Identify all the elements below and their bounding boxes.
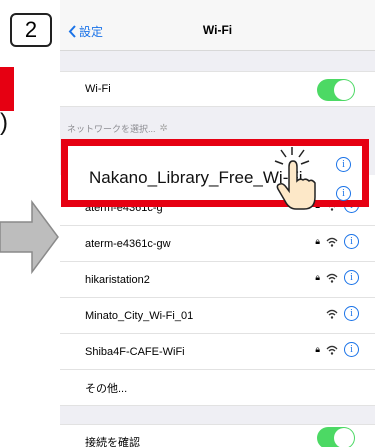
network-row[interactable]: Minato_City_Wi-Fi_01 i	[60, 298, 375, 334]
info-icon[interactable]: i	[344, 342, 359, 357]
lock-icon: 🔒︎	[315, 272, 320, 282]
other-label: その他...	[85, 382, 128, 395]
info-icon[interactable]: i	[336, 186, 351, 201]
nav-bar: 設定 Wi-Fi	[60, 0, 375, 51]
info-icon[interactable]: i	[344, 270, 359, 285]
phone-screen: 設定 Wi-Fi Wi-Fi ネットワークを選択... ✲ aterm-e436…	[60, 0, 375, 447]
info-icon[interactable]: i	[344, 234, 359, 249]
wifi-signal-icon	[326, 237, 338, 247]
step-number-badge: 2	[10, 13, 52, 47]
ask-join-toggle[interactable]	[317, 427, 355, 447]
network-row[interactable]: hikaristation2 🔒︎ i	[60, 262, 375, 298]
wifi-signal-icon	[326, 273, 338, 283]
lock-icon: 🔒︎	[315, 236, 320, 246]
section-header-text: ネットワークを選択...	[67, 123, 156, 134]
wifi-signal-icon	[326, 309, 338, 319]
wifi-toggle-row: Wi-Fi	[60, 71, 375, 107]
wifi-toggle[interactable]	[317, 79, 355, 101]
paren-edge: )	[0, 109, 8, 136]
loading-spinner-icon: ✲	[159, 122, 168, 134]
right-arrow-icon	[0, 199, 59, 275]
page-title: Wi-Fi	[202, 23, 233, 37]
info-icon[interactable]: i	[344, 306, 359, 321]
lock-icon: 🔒︎	[315, 344, 320, 354]
other-network-row[interactable]: その他...	[60, 370, 375, 406]
network-section-header: ネットワークを選択... ✲	[60, 117, 375, 139]
highlighted-network-row[interactable]: Nakano_Library_Free_Wi-Fi i i	[61, 139, 369, 207]
ask-join-row: 接続を確認	[60, 424, 375, 447]
red-marker-edge	[0, 67, 14, 111]
tap-hand-icon	[274, 147, 316, 210]
network-row[interactable]: aterm-e4361c-gw 🔒︎ i	[60, 226, 375, 262]
info-icon[interactable]: i	[336, 157, 351, 172]
wifi-signal-icon	[326, 345, 338, 355]
network-row[interactable]: Shiba4F-CAFE-WiFi 🔒︎ i	[60, 334, 375, 370]
highlighted-ssid: Nakano_Library_Free_Wi-Fi	[89, 168, 303, 187]
